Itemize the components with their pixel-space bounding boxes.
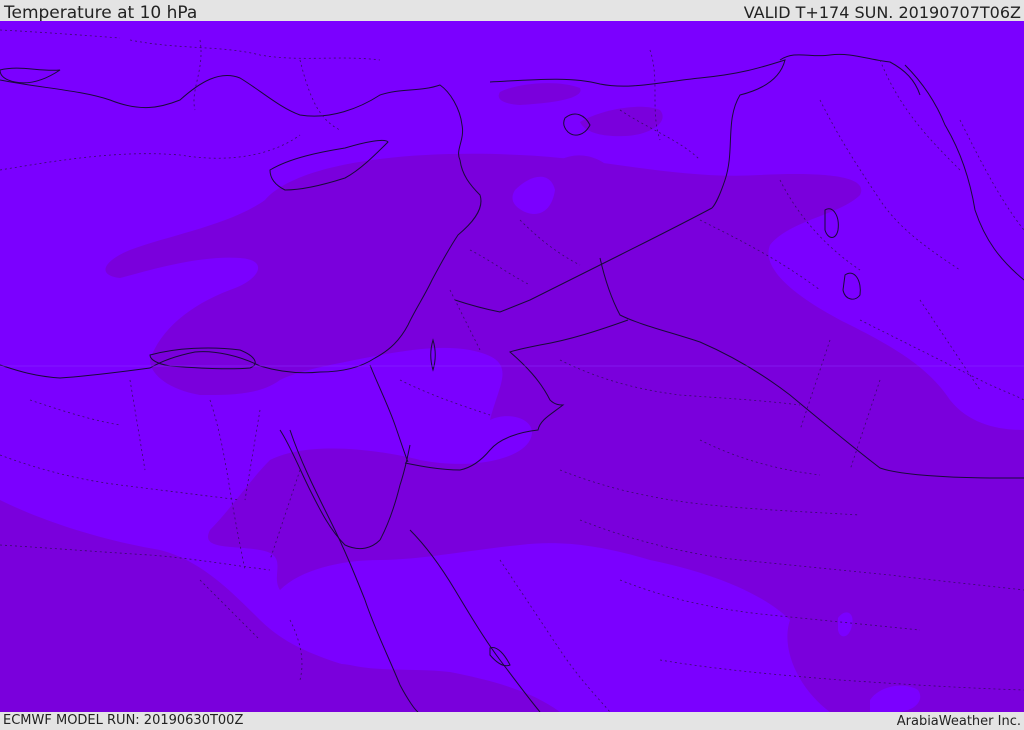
credit-label: ArabiaWeather Inc. [896,714,1021,729]
map-title: Temperature at 10 hPa [4,3,198,23]
model-run-label: ECMWF MODEL RUN: 20190630T00Z [3,713,244,728]
valid-time-label: VALID T+174 SUN. 20190707T06Z [743,3,1021,22]
weather-map [0,21,1024,712]
header-bar: Temperature at 10 hPa VALID T+174 SUN. 2… [0,0,1024,23]
footer-bar: ECMWF MODEL RUN: 20190630T00Z ArabiaWeat… [0,712,1024,729]
